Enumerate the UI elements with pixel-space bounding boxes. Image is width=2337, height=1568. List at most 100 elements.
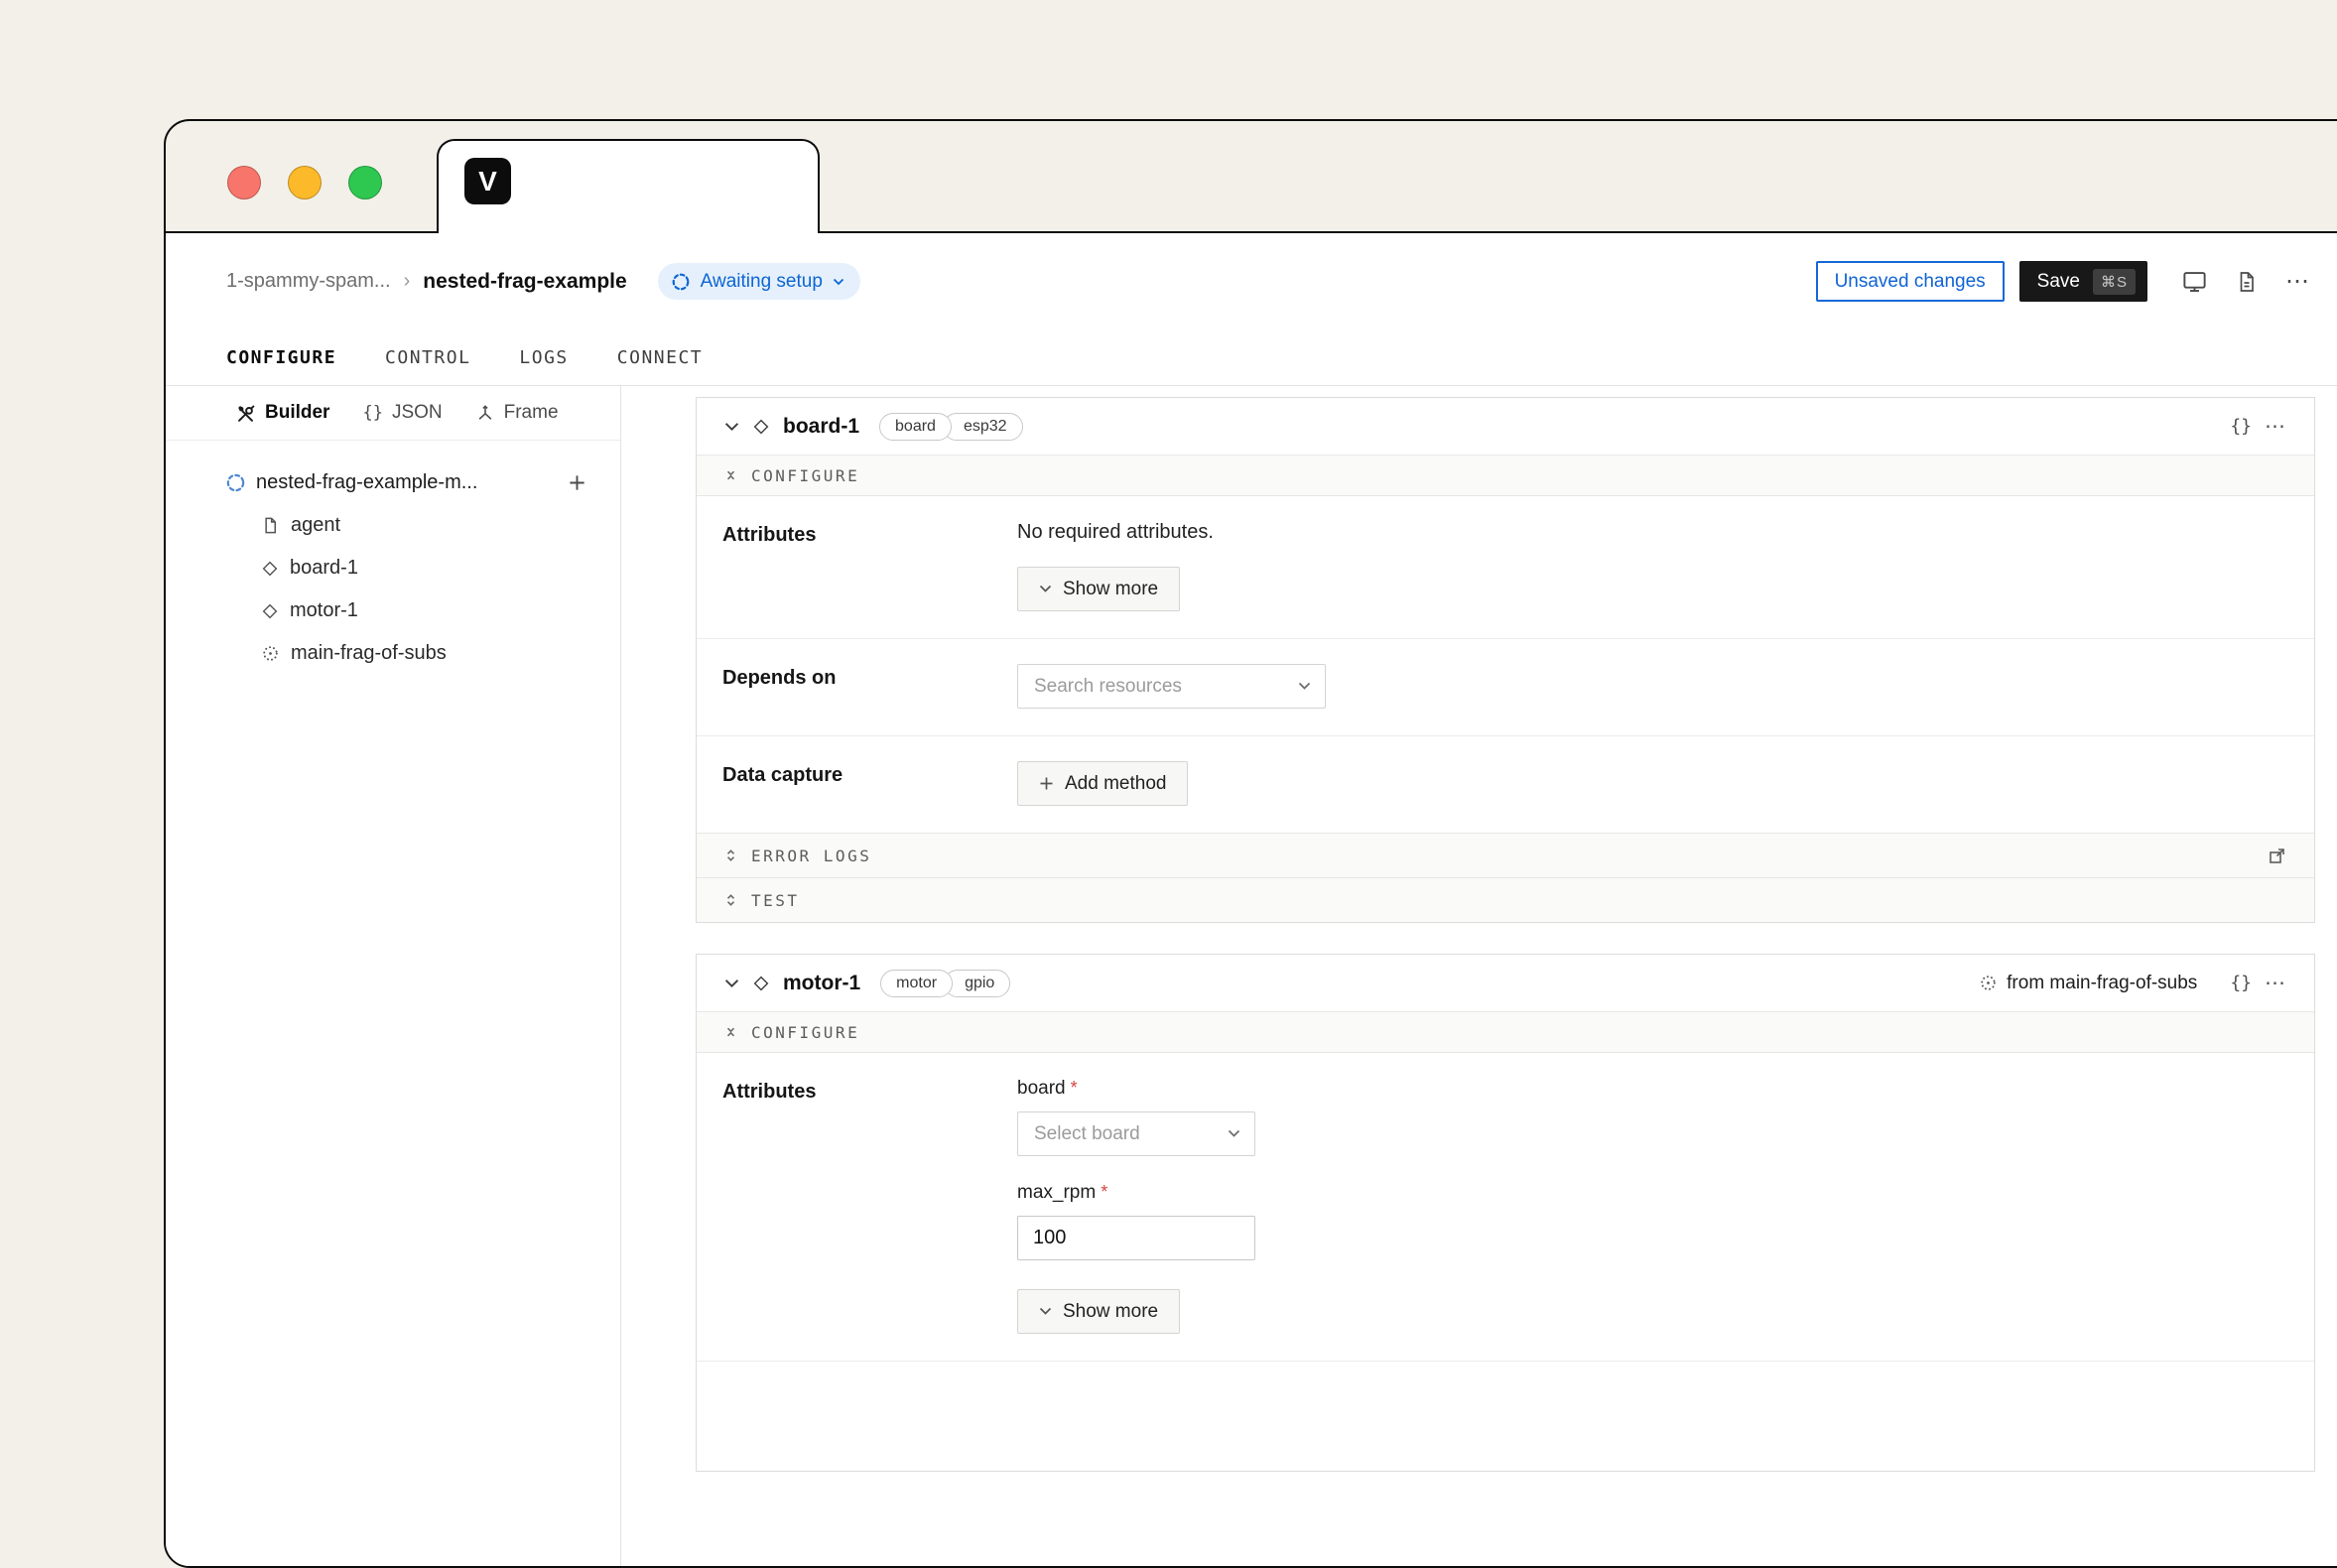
save-button[interactable]: Save ⌘S xyxy=(2019,261,2147,302)
unfold-less-icon xyxy=(724,1025,737,1039)
traffic-lights xyxy=(227,166,382,199)
tab-connect[interactable]: CONNECT xyxy=(617,347,703,368)
diamond-icon xyxy=(752,975,770,992)
add-method-label: Add method xyxy=(1065,773,1166,795)
document-icon[interactable] xyxy=(2235,270,2259,294)
machine-status-label: Awaiting setup xyxy=(701,271,823,293)
header-icon-group: ⋯ xyxy=(2181,268,2310,295)
close-window-button[interactable] xyxy=(227,166,261,199)
field-label-text: max_rpm xyxy=(1017,1182,1096,1204)
minimize-window-button[interactable] xyxy=(288,166,322,199)
machine-awaiting-icon xyxy=(225,472,246,493)
max-rpm-input[interactable] xyxy=(1017,1216,1255,1260)
browser-chrome: V xyxy=(166,121,2337,231)
attributes-label: Attributes xyxy=(722,1078,1017,1334)
tools-icon xyxy=(235,403,256,424)
collapse-chevron-icon[interactable] xyxy=(724,422,739,432)
chevron-down-icon xyxy=(833,278,844,286)
fragment-icon xyxy=(261,644,280,663)
resource-card-motor-1: motor-1 motor gpio from main-frag-of-sub… xyxy=(696,954,2315,1472)
external-link-icon[interactable] xyxy=(2268,847,2286,865)
machine-nav-tabs: CONFIGURE CONTROL LOGS CONNECT xyxy=(166,329,2337,386)
max-rpm-field-label: max_rpm * xyxy=(1017,1182,2286,1204)
breadcrumb-parent[interactable]: 1-spammy-spam... xyxy=(226,270,391,293)
code-view-button[interactable]: {} xyxy=(2230,973,2252,993)
add-method-button[interactable]: Add method xyxy=(1017,761,1188,806)
collapse-chevron-icon[interactable] xyxy=(724,979,739,988)
depends-on-label: Depends on xyxy=(722,664,1017,709)
mode-builder[interactable]: Builder xyxy=(235,402,329,424)
chevron-down-icon xyxy=(1228,1129,1240,1138)
tree-item-agent[interactable]: agent xyxy=(225,504,586,547)
test-section-toggle[interactable]: TEST xyxy=(697,877,2314,922)
browser-tab[interactable]: V xyxy=(437,139,820,233)
tree-root-label: nested-frag-example-m... xyxy=(256,471,558,494)
attributes-row: Attributes No required attributes. Show … xyxy=(697,496,2314,638)
type-pill: motor xyxy=(880,970,953,997)
viam-logo-icon: V xyxy=(464,158,511,204)
show-more-button[interactable]: Show more xyxy=(1017,567,1180,611)
configure-section-toggle[interactable]: CONFIGURE xyxy=(697,455,2314,496)
file-icon xyxy=(261,516,280,535)
tree-item-motor-1[interactable]: motor-1 xyxy=(225,589,586,632)
depends-on-row: Depends on Search resources xyxy=(697,638,2314,735)
board-select-placeholder: Select board xyxy=(1034,1123,1140,1145)
show-more-label: Show more xyxy=(1063,579,1158,600)
sidebar: Builder {} JSON Frame xyxy=(166,386,621,1566)
configure-section-toggle[interactable]: CONFIGURE xyxy=(697,1011,2314,1053)
fragment-source-label: from main-frag-of-subs xyxy=(2007,973,2197,994)
mode-json[interactable]: {} JSON xyxy=(362,402,442,424)
configure-section-label: CONFIGURE xyxy=(751,466,859,485)
browser-window: V 1-spammy-spam... › nested-frag-example… xyxy=(164,119,2337,1568)
plus-icon xyxy=(1039,776,1054,791)
fragment-source: from main-frag-of-subs xyxy=(1979,973,2197,994)
chevron-down-icon xyxy=(1039,1307,1052,1316)
tree-root-machine[interactable]: nested-frag-example-m... xyxy=(225,460,586,504)
mode-builder-label: Builder xyxy=(265,402,329,424)
attributes-row: Attributes board * Select board xyxy=(697,1053,2314,1362)
tab-logs[interactable]: LOGS xyxy=(519,347,568,368)
card-menu-button[interactable]: ⋯ xyxy=(2265,416,2286,437)
data-capture-row: Data capture Add method xyxy=(697,735,2314,833)
sidebar-mode-switcher: Builder {} JSON Frame xyxy=(166,386,620,441)
error-logs-section-toggle[interactable]: ERROR LOGS xyxy=(697,833,2314,877)
diamond-icon xyxy=(261,602,279,620)
required-marker: * xyxy=(1101,1182,1107,1203)
chevron-down-icon xyxy=(1298,682,1311,691)
mode-frame[interactable]: Frame xyxy=(475,402,559,424)
unfold-more-icon xyxy=(724,849,737,862)
show-more-button[interactable]: Show more xyxy=(1017,1289,1180,1334)
model-pill: esp32 xyxy=(943,413,1023,441)
resource-tree: nested-frag-example-m... agent xyxy=(166,441,620,675)
test-section-label: TEST xyxy=(751,891,800,910)
tab-configure[interactable]: CONFIGURE xyxy=(226,347,336,368)
zoom-window-button[interactable] xyxy=(348,166,382,199)
page-viewport: 1-spammy-spam... › nested-frag-example A… xyxy=(166,231,2337,1566)
breadcrumb-separator: › xyxy=(404,270,411,293)
tab-control[interactable]: CONTROL xyxy=(385,347,470,368)
tree-item-main-frag-of-subs[interactable]: main-frag-of-subs xyxy=(225,632,586,675)
frame-axes-icon xyxy=(475,403,495,423)
board-select[interactable]: Select board xyxy=(1017,1111,1255,1156)
unfold-less-icon xyxy=(724,468,737,482)
monitor-icon[interactable] xyxy=(2181,268,2208,295)
error-logs-section-label: ERROR LOGS xyxy=(751,847,871,865)
diamond-icon xyxy=(752,418,770,436)
depends-on-placeholder: Search resources xyxy=(1034,676,1182,698)
depends-on-select[interactable]: Search resources xyxy=(1017,664,1326,709)
code-view-button[interactable]: {} xyxy=(2230,416,2252,437)
save-shortcut-hint: ⌘S xyxy=(2093,269,2136,295)
card-menu-button[interactable]: ⋯ xyxy=(2265,973,2286,993)
save-button-label: Save xyxy=(2037,271,2080,293)
machine-status-dropdown[interactable]: Awaiting setup xyxy=(658,263,860,300)
type-pill: board xyxy=(879,413,952,441)
resource-name: board-1 xyxy=(783,415,859,439)
add-resource-button[interactable] xyxy=(568,473,586,492)
board-field-label: board * xyxy=(1017,1078,2286,1100)
fragment-icon xyxy=(1979,974,1998,992)
field-label-text: board xyxy=(1017,1078,1066,1100)
more-menu-button[interactable]: ⋯ xyxy=(2285,270,2310,294)
page-header: 1-spammy-spam... › nested-frag-example A… xyxy=(166,233,2337,329)
tree-item-board-1[interactable]: board-1 xyxy=(225,547,586,589)
chevron-down-icon xyxy=(1039,585,1052,593)
